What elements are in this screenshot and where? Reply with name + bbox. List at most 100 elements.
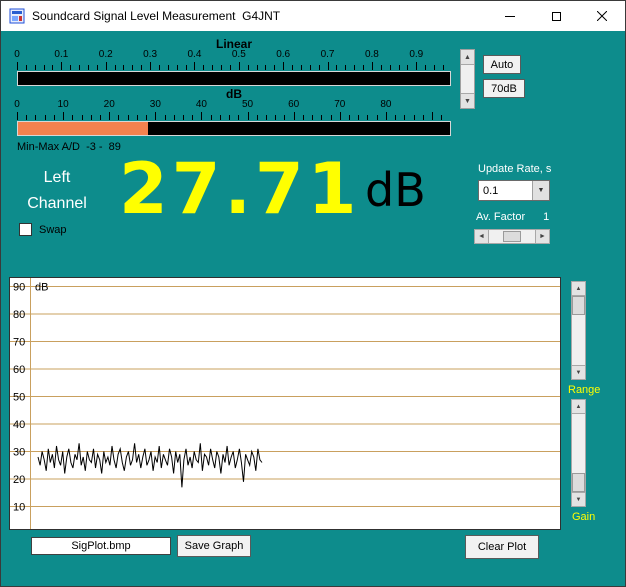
scale-tick — [150, 62, 151, 70]
scale-tick-label: 10 — [58, 99, 69, 110]
scale-tick — [159, 65, 160, 70]
scale-tick — [123, 65, 124, 70]
scale-tick — [377, 115, 378, 120]
scale-tick — [395, 115, 396, 120]
combo-dropdown-icon[interactable]: ▼ — [532, 181, 549, 200]
auto-button[interactable]: Auto — [483, 55, 521, 74]
scale-tick — [310, 65, 311, 70]
scale-tick — [284, 115, 285, 120]
linear-tick-marks — [17, 62, 451, 70]
scale-tick — [141, 65, 142, 70]
plot-y-label: 70 — [13, 337, 25, 349]
scale-scrollbar[interactable]: ▲ ▼ — [460, 49, 475, 109]
filename-input[interactable] — [31, 537, 171, 555]
scale-tick — [91, 115, 92, 120]
av-factor-scrollbar-thumb[interactable] — [503, 231, 521, 242]
range-label: Range — [568, 384, 600, 396]
close-button[interactable] — [579, 1, 625, 31]
scroll-down-icon[interactable]: ▼ — [461, 93, 474, 108]
gain-scrollbar-thumb[interactable] — [572, 473, 585, 492]
scale-tick — [340, 112, 341, 120]
titlebar[interactable]: Soundcard Signal Level Measurement G4JNT — [1, 1, 625, 31]
scale-tick-label: 0.7 — [321, 49, 335, 60]
minimize-icon — [505, 16, 515, 17]
plot-y-label: 40 — [13, 419, 25, 431]
scroll-down-icon[interactable]: ▼ — [572, 492, 585, 506]
maximize-icon — [552, 12, 561, 21]
scale-tick — [257, 65, 258, 70]
scale-tick — [248, 112, 249, 120]
scale-tick — [221, 65, 222, 70]
plot-y-label: 90 — [13, 282, 25, 294]
scale-tick — [248, 65, 249, 70]
range-scrollbar-thumb[interactable] — [572, 296, 585, 315]
update-rate-combo[interactable]: 0.1 ▼ — [478, 180, 550, 201]
av-factor: Av. Factor 1 — [476, 211, 549, 223]
scale-tick — [349, 115, 350, 120]
swap-control[interactable]: Swap — [19, 223, 67, 236]
scale-tick — [115, 65, 116, 70]
scale-tick — [61, 62, 62, 70]
scroll-right-icon[interactable]: ► — [535, 230, 549, 243]
scale-tick — [275, 115, 276, 120]
scroll-left-icon[interactable]: ◄ — [475, 230, 489, 243]
scroll-up-icon[interactable]: ▲ — [572, 282, 585, 296]
channel-line1: Left — [9, 165, 105, 191]
scroll-up-icon[interactable]: ▲ — [461, 50, 474, 65]
level-reading-unit: dB — [365, 167, 426, 213]
db-scale-ruler: 01020304050607080 — [17, 99, 451, 120]
scale-tick — [128, 115, 129, 120]
scale-tick — [294, 112, 295, 120]
scale-tick — [35, 65, 36, 70]
scale-tick — [434, 65, 435, 70]
scale-tick — [132, 65, 133, 70]
scale-tick — [82, 115, 83, 120]
plot-y-label: 20 — [13, 474, 25, 486]
db-tick-labels: 01020304050607080 — [17, 99, 451, 111]
level-reading-value: 27.71 — [119, 154, 360, 224]
scale-tick — [283, 62, 284, 70]
scale-tick — [328, 62, 329, 70]
window-title: Soundcard Signal Level Measurement G4JNT — [32, 9, 280, 23]
scale-tick-label: 0.2 — [99, 49, 113, 60]
minmax-readout: Min-Max A/D -3 - 89 — [17, 141, 121, 153]
scale-tick — [319, 65, 320, 70]
scale-tick-label: 80 — [380, 99, 391, 110]
scale-tick — [443, 65, 444, 70]
scale-tick — [312, 115, 313, 120]
scroll-down-icon[interactable]: ▼ — [572, 365, 585, 379]
scale-tick — [109, 112, 110, 120]
scale-scrollbar-track[interactable] — [461, 65, 474, 93]
scale-tick — [45, 115, 46, 120]
swap-checkbox[interactable] — [19, 223, 32, 236]
scale-tick — [26, 115, 27, 120]
minimize-button[interactable] — [487, 1, 533, 31]
scale-tick — [168, 65, 169, 70]
clear-plot-button[interactable]: Clear Plot — [465, 535, 539, 559]
scale-tick-label: 0.1 — [54, 49, 68, 60]
scale-tick — [303, 115, 304, 120]
scale-tick — [212, 65, 213, 70]
maximize-button[interactable] — [533, 1, 579, 31]
linear-level-meter — [17, 71, 451, 86]
swap-label: Swap — [39, 224, 67, 236]
70db-button[interactable]: 70dB — [483, 79, 525, 98]
scale-tick — [220, 115, 221, 120]
av-factor-value: 1 — [543, 211, 549, 223]
gain-scrollbar[interactable]: ▲ ▼ — [571, 399, 586, 507]
scale-tick — [201, 112, 202, 120]
update-rate-label: Update Rate, s — [478, 163, 551, 175]
scale-tick-label: 40 — [196, 99, 207, 110]
av-factor-scrollbar[interactable]: ◄ ► — [474, 229, 550, 244]
scale-tick-label: 0 — [14, 49, 20, 60]
scale-tick — [257, 115, 258, 120]
scroll-up-icon[interactable]: ▲ — [572, 400, 585, 414]
scale-tick — [238, 115, 239, 120]
scale-tick — [354, 65, 355, 70]
range-scrollbar[interactable]: ▲ ▼ — [571, 281, 586, 380]
scale-tick — [70, 65, 71, 70]
linear-scale-ruler: 00.10.20.30.40.50.60.70.80.9 — [17, 49, 451, 70]
plot-y-label: 10 — [13, 502, 25, 514]
scale-tick-label: 0.6 — [276, 49, 290, 60]
save-graph-button[interactable]: Save Graph — [177, 535, 251, 557]
